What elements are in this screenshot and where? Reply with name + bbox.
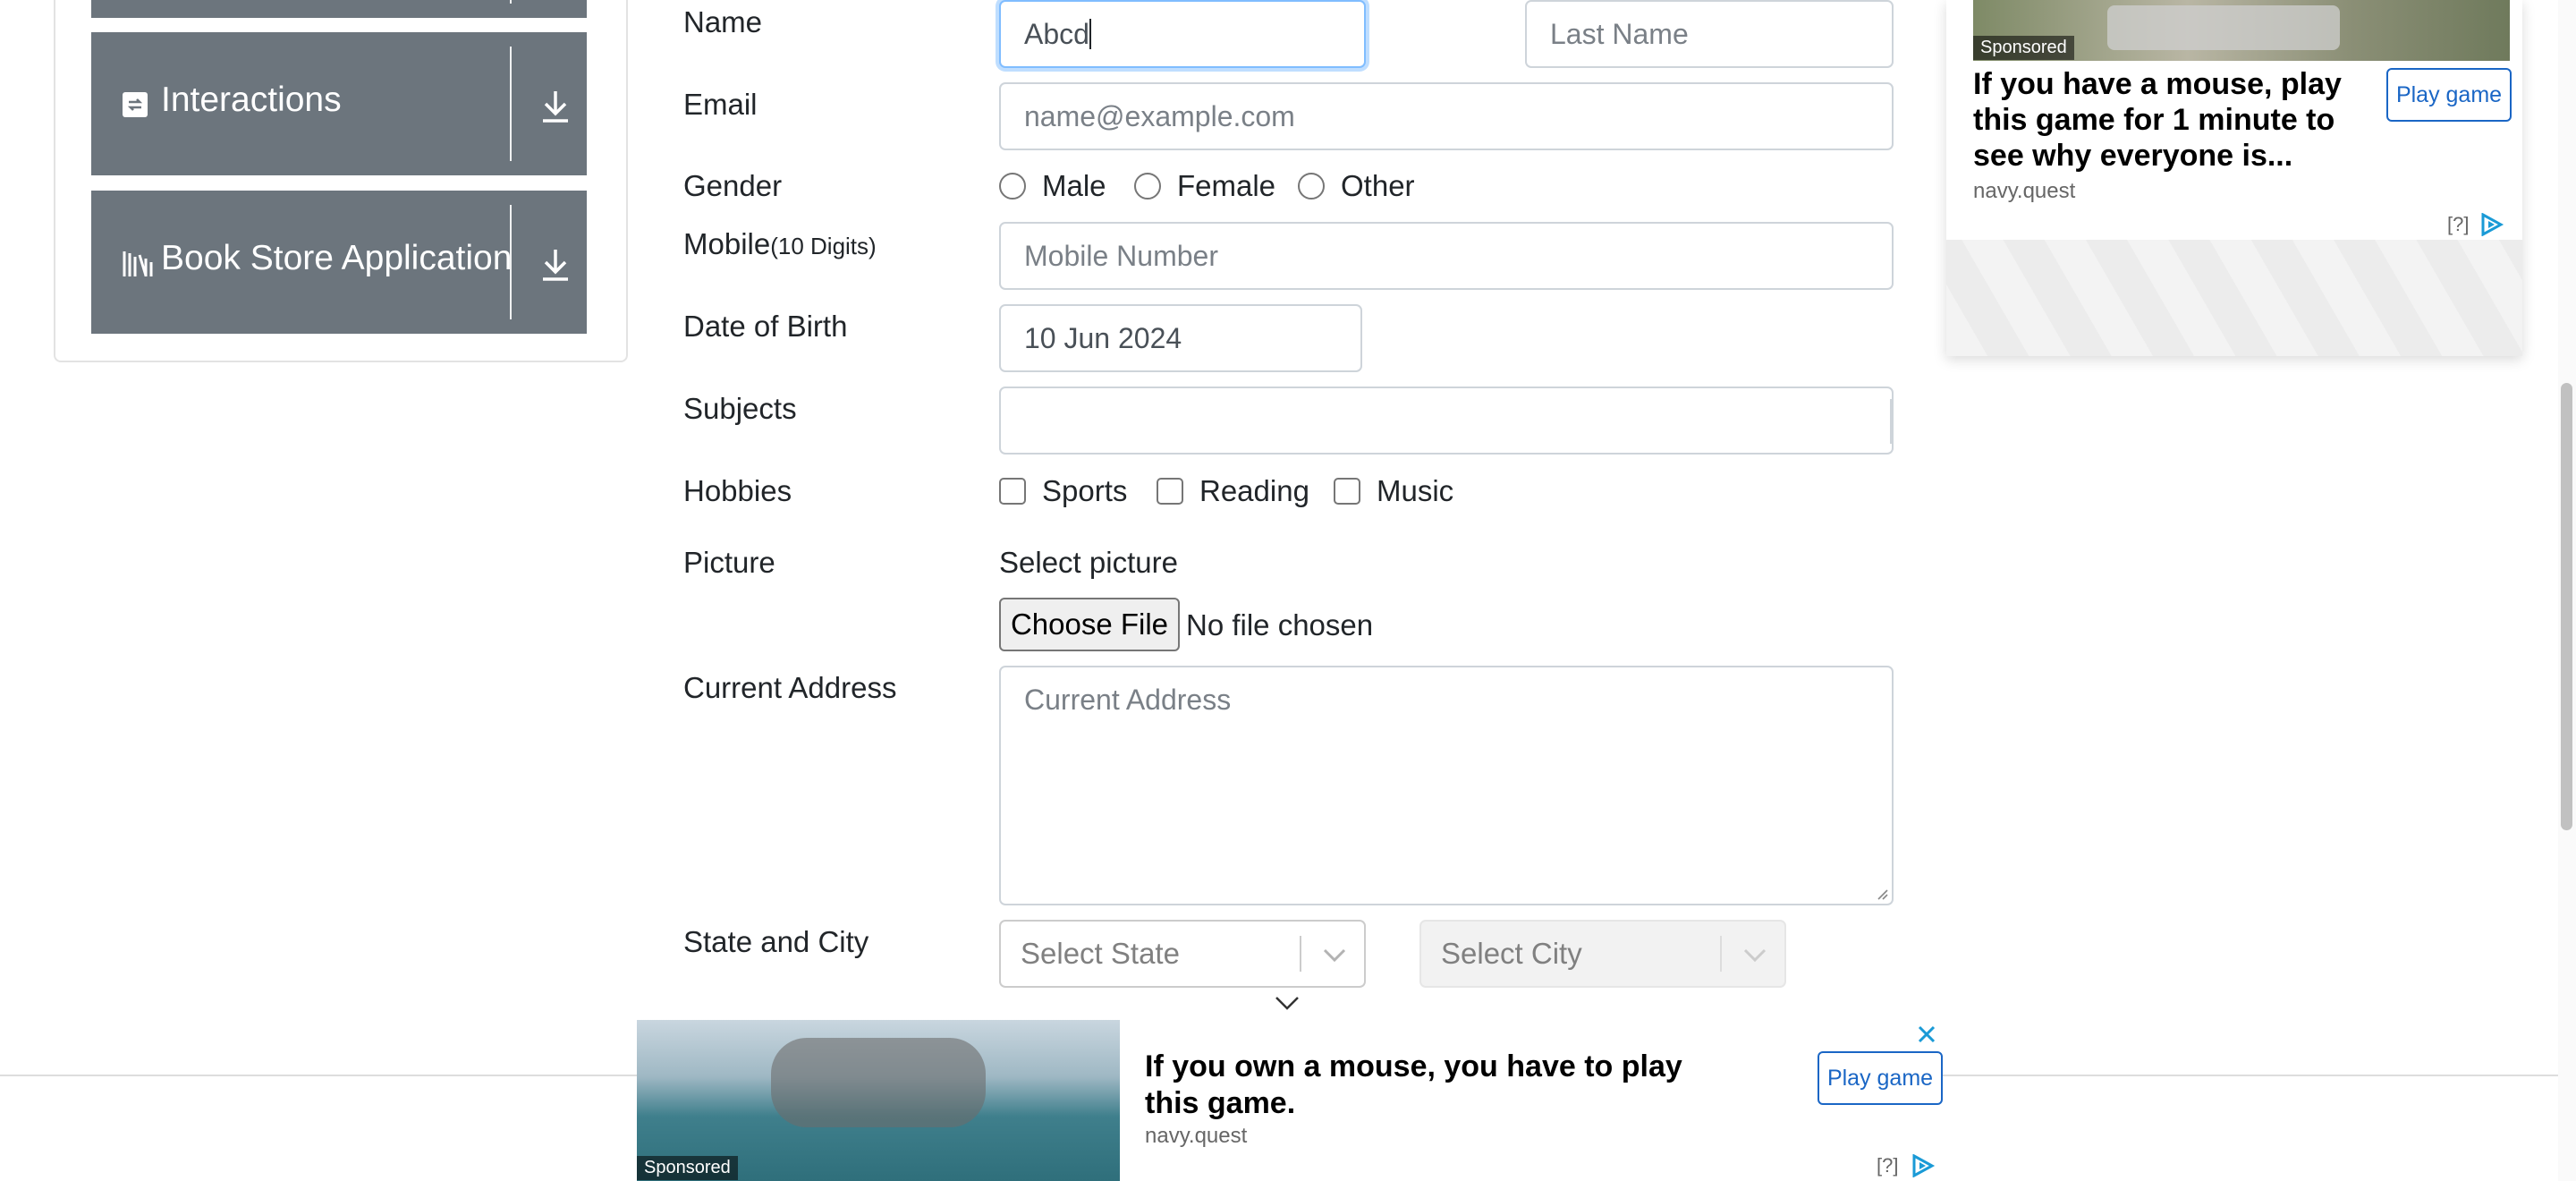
mobile-label-text: Mobile bbox=[683, 227, 771, 260]
last-name-placeholder: Last Name bbox=[1550, 17, 1689, 50]
state-select-separator bbox=[1300, 936, 1301, 972]
close-icon[interactable] bbox=[1916, 1024, 1937, 1045]
sidebar-item-interactions[interactable]: Interactions bbox=[91, 32, 587, 175]
adchoices-icon[interactable] bbox=[1911, 1154, 1936, 1177]
dob-value: 10 Jun 2024 bbox=[1024, 321, 1182, 354]
sidebar-item-book-store[interactable]: Book Store Application bbox=[91, 191, 587, 334]
sidebar-separator bbox=[510, 205, 512, 319]
no-file-chosen-text: No file chosen bbox=[1186, 608, 1374, 641]
state-select[interactable]: Select State bbox=[999, 920, 1366, 988]
download-icon[interactable] bbox=[540, 88, 571, 123]
gender-male-label[interactable]: Male bbox=[1042, 169, 1106, 203]
email-label: Email bbox=[683, 88, 758, 121]
gender-female-label[interactable]: Female bbox=[1177, 169, 1275, 203]
name-label: Name bbox=[683, 5, 763, 38]
state-city-label: State and City bbox=[683, 925, 869, 958]
dob-input[interactable]: 10 Jun 2024 bbox=[999, 304, 1362, 372]
hobby-reading-label[interactable]: Reading bbox=[1199, 474, 1309, 508]
mobile-placeholder: Mobile Number bbox=[1024, 239, 1218, 272]
collapse-ad-chevron-icon[interactable] bbox=[1274, 995, 1301, 1013]
sidebar-separator bbox=[510, 47, 512, 161]
subjects-indicator bbox=[1890, 399, 1892, 444]
choose-file-button[interactable]: Choose File bbox=[999, 598, 1180, 651]
interactions-icon bbox=[123, 92, 148, 117]
ad-play-game-button[interactable]: Play game bbox=[2386, 68, 2512, 122]
hobbies-label: Hobbies bbox=[683, 474, 792, 507]
mobile-hint: (10 Digits) bbox=[770, 233, 877, 259]
gender-female-radio[interactable] bbox=[1134, 173, 1161, 200]
ad-headline[interactable]: If you have a mouse, play this game for … bbox=[1973, 66, 2349, 174]
sponsored-ad-bottom[interactable]: Sponsored If you own a mouse, you have t… bbox=[637, 1020, 1943, 1181]
current-address-placeholder: Current Address bbox=[1024, 684, 1232, 716]
gender-other-radio[interactable] bbox=[1298, 173, 1325, 200]
resize-handle-icon[interactable] bbox=[1874, 886, 1888, 900]
text-cursor bbox=[1089, 19, 1091, 49]
hobby-reading-checkbox[interactable] bbox=[1157, 478, 1183, 505]
hobby-music-label[interactable]: Music bbox=[1377, 474, 1453, 508]
ad-source[interactable]: navy.quest bbox=[1145, 1124, 1247, 1149]
ad-play-game-button[interactable]: Play game bbox=[1818, 1051, 1943, 1105]
sidebar-item-label: Book Store Application bbox=[161, 239, 513, 277]
current-address-textarea[interactable]: Current Address bbox=[999, 666, 1894, 905]
subjects-input[interactable] bbox=[999, 387, 1894, 455]
select-picture-label: Select picture bbox=[999, 546, 1178, 579]
hobby-sports-label[interactable]: Sports bbox=[1042, 474, 1127, 508]
ad-helicopter-shape bbox=[771, 1038, 986, 1127]
ad-headline[interactable]: If you own a mouse, you have to play thi… bbox=[1145, 1049, 1735, 1122]
scrollbar-thumb[interactable] bbox=[2561, 383, 2572, 830]
gender-male-radio[interactable] bbox=[999, 173, 1026, 200]
ad-sponsored-label: Sponsored bbox=[1973, 36, 2074, 60]
hobby-sports-checkbox[interactable] bbox=[999, 478, 1026, 505]
ad-info-link[interactable]: [?] bbox=[2447, 213, 2469, 236]
ad-tank-shape bbox=[2107, 5, 2340, 50]
city-select[interactable]: Select City bbox=[1419, 920, 1786, 988]
ad-pattern-background bbox=[1946, 240, 2522, 356]
email-placeholder: name@example.com bbox=[1024, 99, 1295, 132]
first-name-input[interactable]: Abcd bbox=[999, 0, 1366, 68]
state-placeholder: Select State bbox=[1021, 937, 1180, 970]
sidebar-item-previous[interactable] bbox=[91, 0, 587, 18]
first-name-value: Abcd bbox=[1024, 17, 1089, 50]
adchoices-icon[interactable] bbox=[2479, 213, 2504, 236]
ad-source[interactable]: navy.quest bbox=[1973, 179, 2075, 204]
chevron-down-icon[interactable] bbox=[1741, 947, 1768, 964]
download-icon[interactable] bbox=[540, 246, 571, 282]
hobby-music-checkbox[interactable] bbox=[1334, 478, 1360, 505]
mobile-label: Mobile(10 Digits) bbox=[683, 227, 877, 261]
subjects-label: Subjects bbox=[683, 392, 797, 425]
current-address-label: Current Address bbox=[683, 671, 897, 704]
gender-other-label[interactable]: Other bbox=[1341, 169, 1415, 203]
chevron-down-icon[interactable] bbox=[1321, 947, 1348, 964]
sidebar-separator bbox=[510, 0, 512, 4]
ad-sponsored-label: Sponsored bbox=[637, 1156, 738, 1180]
gender-label: Gender bbox=[683, 169, 783, 202]
last-name-input[interactable]: Last Name bbox=[1525, 0, 1894, 68]
email-input[interactable]: name@example.com bbox=[999, 82, 1894, 150]
sponsored-ad-right[interactable]: Sponsored If you have a mouse, play this… bbox=[1946, 0, 2522, 356]
city-select-separator bbox=[1720, 936, 1722, 972]
book-store-icon bbox=[123, 251, 153, 276]
ad-info-link[interactable]: [?] bbox=[1877, 1154, 1898, 1177]
sidebar-item-label: Interactions bbox=[161, 81, 342, 119]
mobile-input[interactable]: Mobile Number bbox=[999, 222, 1894, 290]
city-placeholder: Select City bbox=[1441, 937, 1582, 970]
dob-label: Date of Birth bbox=[683, 310, 848, 343]
picture-label: Picture bbox=[683, 546, 775, 579]
